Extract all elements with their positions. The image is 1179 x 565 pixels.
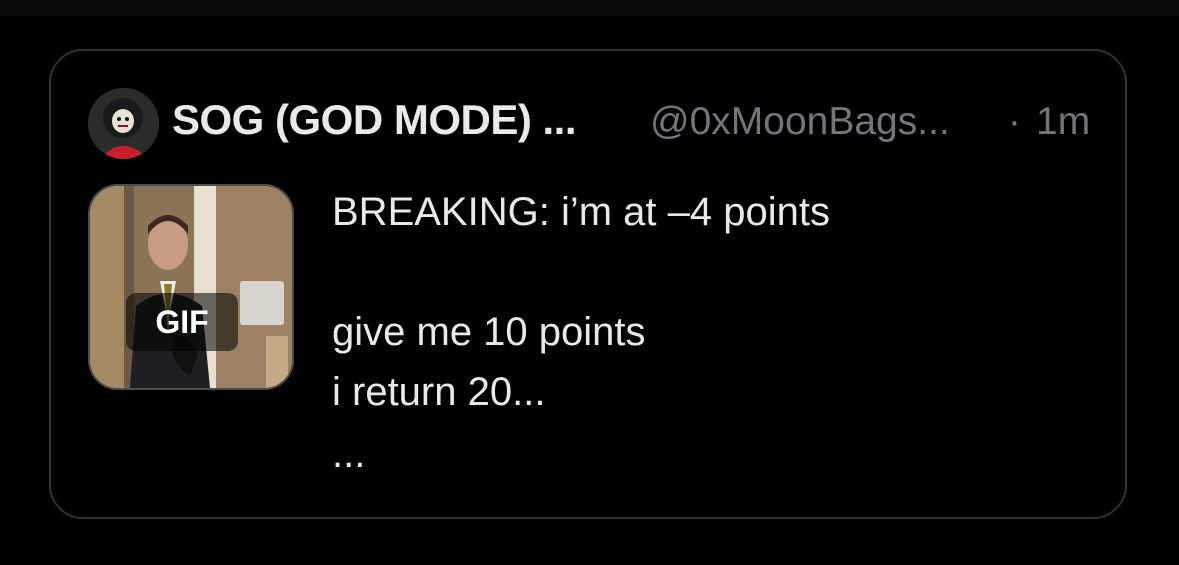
gif-thumbnail[interactable]: [88, 184, 294, 390]
top-bar: [0, 0, 1179, 16]
gif-badge: GIF: [126, 293, 238, 351]
author-handle[interactable]: @0xMoonBags...: [650, 100, 950, 144]
tweet-text-line: i return 20...: [332, 370, 546, 414]
tweet-text-line: BREAKING: i’m at –4 points: [332, 190, 830, 234]
meta-separator: ·: [1008, 100, 1021, 143]
post-timestamp[interactable]: 1m: [1036, 100, 1090, 144]
avatar-icon[interactable]: [88, 88, 159, 159]
author-display-name[interactable]: SOG (GOD MODE) ...: [172, 96, 577, 144]
tweet-text-line: give me 10 points: [332, 310, 646, 354]
tweet-text-line: ...: [332, 432, 366, 476]
